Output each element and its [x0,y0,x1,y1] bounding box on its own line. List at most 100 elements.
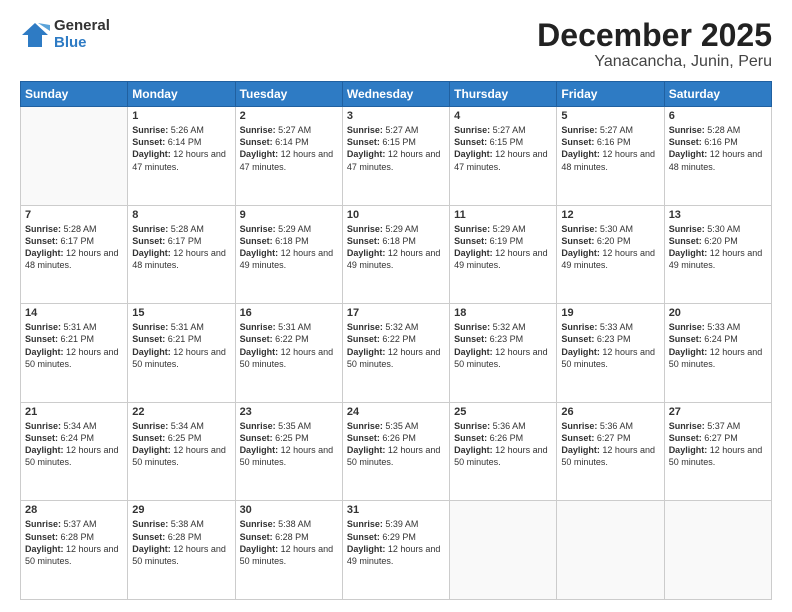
day-number: 4 [454,110,552,122]
day-info: Sunrise: 5:34 AMSunset: 6:25 PMDaylight:… [132,420,230,469]
table-row: 15 Sunrise: 5:31 AMSunset: 6:21 PMDayligh… [128,304,235,403]
table-row: 29 Sunrise: 5:38 AMSunset: 6:28 PMDayligh… [128,501,235,600]
day-number: 15 [132,307,230,319]
table-row [21,107,128,206]
header-wednesday: Wednesday [342,82,449,107]
page: General Blue December 2025 Yanacancha, J… [0,0,792,612]
day-info: Sunrise: 5:37 AMSunset: 6:27 PMDaylight:… [669,420,767,469]
logo-icon [20,21,50,49]
day-number: 6 [669,110,767,122]
day-info: Sunrise: 5:36 AMSunset: 6:27 PMDaylight:… [561,420,659,469]
table-row: 26 Sunrise: 5:36 AMSunset: 6:27 PMDayligh… [557,402,664,501]
day-info: Sunrise: 5:38 AMSunset: 6:28 PMDaylight:… [132,518,230,567]
day-info: Sunrise: 5:31 AMSunset: 6:22 PMDaylight:… [240,321,338,370]
table-row: 18 Sunrise: 5:32 AMSunset: 6:23 PMDayligh… [450,304,557,403]
day-info: Sunrise: 5:31 AMSunset: 6:21 PMDaylight:… [25,321,123,370]
day-number: 20 [669,307,767,319]
day-info: Sunrise: 5:37 AMSunset: 6:28 PMDaylight:… [25,518,123,567]
table-row: 20Sunrise: 5:33 AMSunset: 6:24 PMDayligh… [664,304,771,403]
day-info: Sunrise: 5:27 AMSunset: 6:14 PMDaylight:… [240,124,338,173]
table-row: 12 Sunrise: 5:30 AMSunset: 6:20 PMDayligh… [557,205,664,304]
day-info: Sunrise: 5:35 AMSunset: 6:26 PMDaylight:… [347,420,445,469]
logo-text: General Blue [54,18,110,51]
day-info: Sunrise: 5:39 AMSunset: 6:29 PMDaylight:… [347,518,445,567]
table-row: 4 Sunrise: 5:27 AMSunset: 6:15 PMDaylight… [450,107,557,206]
day-info: Sunrise: 5:27 AMSunset: 6:16 PMDaylight:… [561,124,659,173]
table-row: 25Sunrise: 5:36 AMSunset: 6:26 PMDayligh… [450,402,557,501]
calendar-week-row: 1Sunrise: 5:26 AMSunset: 6:14 PMDaylight… [21,107,772,206]
day-number: 5 [561,110,659,122]
table-row: 3 Sunrise: 5:27 AMSunset: 6:15 PMDaylight… [342,107,449,206]
day-info: Sunrise: 5:36 AMSunset: 6:26 PMDaylight:… [454,420,552,469]
table-row: 5 Sunrise: 5:27 AMSunset: 6:16 PMDaylight… [557,107,664,206]
header-tuesday: Tuesday [235,82,342,107]
table-row: 1Sunrise: 5:26 AMSunset: 6:14 PMDaylight… [128,107,235,206]
day-info: Sunrise: 5:32 AMSunset: 6:23 PMDaylight:… [454,321,552,370]
title-block: December 2025 Yanacancha, Junin, Peru [537,18,772,71]
day-number: 30 [240,504,338,516]
day-number: 21 [25,406,123,418]
calendar-week-row: 28 Sunrise: 5:37 AMSunset: 6:28 PMDayligh… [21,501,772,600]
table-row: 17Sunrise: 5:32 AMSunset: 6:22 PMDayligh… [342,304,449,403]
day-number: 29 [132,504,230,516]
day-number: 3 [347,110,445,122]
header-saturday: Saturday [664,82,771,107]
day-number: 8 [132,209,230,221]
table-row: 7 Sunrise: 5:28 AMSunset: 6:17 PMDaylight… [21,205,128,304]
table-row: 2 Sunrise: 5:27 AMSunset: 6:14 PMDaylight… [235,107,342,206]
table-row: 11 Sunrise: 5:29 AMSunset: 6:19 PMDayligh… [450,205,557,304]
table-row [557,501,664,600]
table-row [664,501,771,600]
day-number: 17 [347,307,445,319]
day-number: 19 [561,307,659,319]
calendar-subtitle: Yanacancha, Junin, Peru [537,53,772,71]
day-number: 27 [669,406,767,418]
logo: General Blue [20,18,110,51]
calendar-table: Sunday Monday Tuesday Wednesday Thursday… [20,81,772,600]
day-info: Sunrise: 5:34 AMSunset: 6:24 PMDaylight:… [25,420,123,469]
table-row: 13 Sunrise: 5:30 AMSunset: 6:20 PMDayligh… [664,205,771,304]
day-info: Sunrise: 5:28 AMSunset: 6:17 PMDaylight:… [25,223,123,272]
header: General Blue December 2025 Yanacancha, J… [20,18,772,71]
day-number: 18 [454,307,552,319]
calendar-week-row: 7 Sunrise: 5:28 AMSunset: 6:17 PMDaylight… [21,205,772,304]
header-sunday: Sunday [21,82,128,107]
day-number: 9 [240,209,338,221]
day-info: Sunrise: 5:27 AMSunset: 6:15 PMDaylight:… [347,124,445,173]
logo-general-text: General [54,18,110,35]
day-number: 11 [454,209,552,221]
day-number: 31 [347,504,445,516]
day-info: Sunrise: 5:29 AMSunset: 6:19 PMDaylight:… [454,223,552,272]
day-info: Sunrise: 5:30 AMSunset: 6:20 PMDaylight:… [669,223,767,272]
day-number: 10 [347,209,445,221]
day-info: Sunrise: 5:33 AMSunset: 6:23 PMDaylight:… [561,321,659,370]
header-monday: Monday [128,82,235,107]
table-row: 22Sunrise: 5:34 AMSunset: 6:25 PMDayligh… [128,402,235,501]
day-info: Sunrise: 5:28 AMSunset: 6:17 PMDaylight:… [132,223,230,272]
table-row: 21 Sunrise: 5:34 AMSunset: 6:24 PMDayligh… [21,402,128,501]
day-number: 7 [25,209,123,221]
day-info: Sunrise: 5:27 AMSunset: 6:15 PMDaylight:… [454,124,552,173]
table-row: 9 Sunrise: 5:29 AMSunset: 6:18 PMDaylight… [235,205,342,304]
day-number: 24 [347,406,445,418]
table-row: 8 Sunrise: 5:28 AMSunset: 6:17 PMDaylight… [128,205,235,304]
day-info: Sunrise: 5:29 AMSunset: 6:18 PMDaylight:… [347,223,445,272]
day-info: Sunrise: 5:30 AMSunset: 6:20 PMDaylight:… [561,223,659,272]
day-info: Sunrise: 5:38 AMSunset: 6:28 PMDaylight:… [240,518,338,567]
day-number: 13 [669,209,767,221]
day-info: Sunrise: 5:29 AMSunset: 6:18 PMDaylight:… [240,223,338,272]
table-row: 19 Sunrise: 5:33 AMSunset: 6:23 PMDayligh… [557,304,664,403]
day-info: Sunrise: 5:26 AMSunset: 6:14 PMDaylight:… [132,124,230,173]
logo-blue-text: Blue [54,35,110,52]
table-row: 24 Sunrise: 5:35 AMSunset: 6:26 PMDayligh… [342,402,449,501]
header-friday: Friday [557,82,664,107]
table-row: 31 Sunrise: 5:39 AMSunset: 6:29 PMDayligh… [342,501,449,600]
table-row: 6Sunrise: 5:28 AMSunset: 6:16 PMDaylight… [664,107,771,206]
day-number: 2 [240,110,338,122]
day-info: Sunrise: 5:31 AMSunset: 6:21 PMDaylight:… [132,321,230,370]
day-number: 12 [561,209,659,221]
day-number: 28 [25,504,123,516]
day-number: 26 [561,406,659,418]
day-number: 23 [240,406,338,418]
table-row: 30 Sunrise: 5:38 AMSunset: 6:28 PMDayligh… [235,501,342,600]
